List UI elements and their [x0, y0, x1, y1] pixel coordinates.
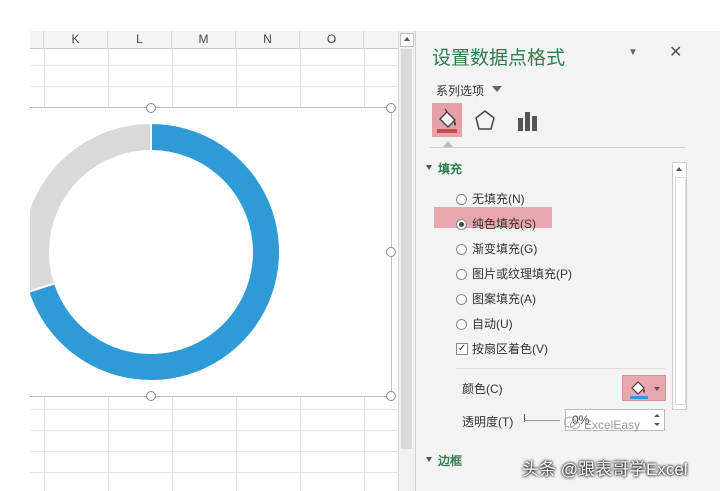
resize-handle-top[interactable]	[146, 103, 156, 113]
tab-effects[interactable]	[474, 109, 496, 134]
color-label: 颜色(C)	[462, 382, 503, 396]
resize-handle-bottom[interactable]	[146, 391, 156, 401]
radio-solid-fill[interactable]	[456, 219, 467, 230]
tab-fill-line[interactable]	[432, 103, 462, 137]
series-options-dropdown[interactable]: 系列选项	[436, 82, 484, 99]
option-label: 按扇区着色(V)	[472, 342, 548, 356]
column-header-k[interactable]: K	[44, 31, 108, 48]
watermark-small: ExcelEasy	[584, 418, 641, 432]
spin-up-icon[interactable]	[654, 414, 660, 417]
radio-pattern-fill[interactable]	[456, 294, 467, 305]
option-label: 无填充(N)	[472, 192, 525, 206]
section-fill-header[interactable]: 填充	[438, 160, 462, 177]
wechat-logo-icon	[564, 416, 580, 430]
donut-segment-empty[interactable]	[30, 121, 152, 293]
chevron-down-icon[interactable]	[654, 387, 660, 391]
pentagon-icon	[475, 110, 495, 130]
spin-down-icon[interactable]	[654, 423, 660, 426]
paint-bucket-icon	[437, 108, 457, 133]
donut-chart[interactable]	[30, 108, 391, 396]
color-picker-button[interactable]	[622, 375, 666, 401]
collapse-triangle-icon[interactable]	[426, 165, 432, 170]
radio-no-fill[interactable]	[456, 194, 467, 205]
option-label: 图片或纹理填充(P)	[472, 267, 572, 281]
bar-chart-icon	[518, 112, 537, 131]
pane-title: 设置数据点格式	[432, 48, 566, 69]
column-header-n[interactable]: N	[236, 31, 300, 48]
chart-area[interactable]	[30, 103, 396, 401]
option-label: 自动(U)	[472, 317, 513, 331]
scroll-thumb[interactable]	[401, 49, 412, 449]
option-label: 纯色填充(S)	[472, 217, 536, 231]
options-scrollbar[interactable]	[672, 162, 687, 410]
transparency-slider[interactable]	[524, 420, 560, 421]
paint-bucket-icon	[630, 381, 648, 399]
option-label: 图案填充(A)	[472, 292, 536, 306]
resize-handle-top-right[interactable]	[386, 103, 396, 113]
radio-automatic[interactable]	[456, 319, 467, 330]
worksheet[interactable]: K L M N O	[0, 0, 398, 491]
vertical-scrollbar[interactable]	[398, 31, 415, 491]
scroll-up-arrow-icon[interactable]	[400, 33, 414, 47]
scroll-thumb[interactable]	[675, 177, 686, 405]
divider	[456, 368, 666, 369]
column-header-partial[interactable]	[30, 31, 44, 48]
column-header-m[interactable]: M	[172, 31, 236, 48]
resize-handle-bottom-right[interactable]	[386, 391, 396, 401]
resize-handle-right[interactable]	[386, 247, 396, 257]
pane-options-chevron-icon[interactable]: ▼	[628, 47, 638, 58]
column-header-l[interactable]: L	[108, 31, 172, 48]
option-label: 渐变填充(G)	[472, 242, 538, 256]
column-header-row: K L M N O	[30, 31, 398, 49]
radio-picture-fill[interactable]	[456, 269, 467, 280]
close-icon[interactable]: ✕	[669, 42, 682, 62]
tab-series-options[interactable]	[516, 110, 538, 135]
transparency-label: 透明度(T)	[462, 415, 514, 429]
checkbox-vary-colors[interactable]: ✓	[456, 343, 468, 355]
divider	[430, 147, 686, 148]
collapse-triangle-icon[interactable]	[426, 457, 432, 462]
chevron-down-icon[interactable]	[492, 86, 502, 92]
scroll-up-arrow-icon[interactable]	[676, 167, 682, 171]
column-header-o[interactable]: O	[300, 31, 364, 48]
watermark-main: 头条 @跟表哥学Excel	[522, 460, 688, 479]
section-border-header[interactable]: 边框	[438, 452, 462, 469]
radio-gradient-fill[interactable]	[456, 244, 467, 255]
